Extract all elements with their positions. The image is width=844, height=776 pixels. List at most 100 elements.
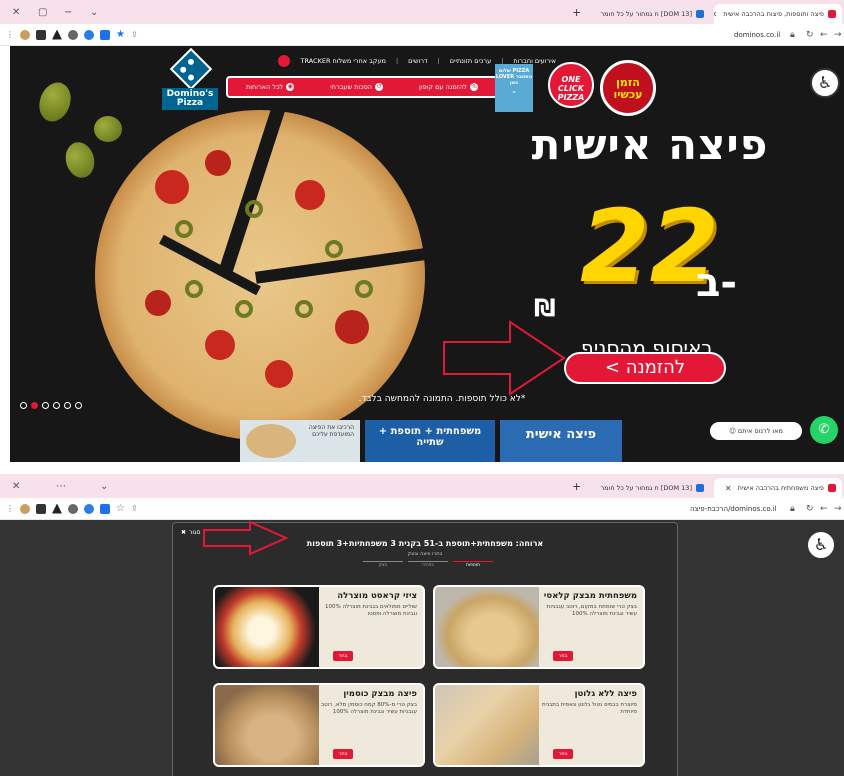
- extension-icon[interactable]: [68, 503, 78, 514]
- close-button[interactable]: ✖ סגור: [181, 529, 200, 536]
- option-classic-dough[interactable]: משפחתית מבצק קלאסי בצק טרי שנפתח במקום, …: [433, 585, 645, 669]
- carousel-dots: [20, 402, 82, 409]
- promo-card-build[interactable]: הרכיבו את הפיצה המועדפת עליכם: [240, 420, 360, 462]
- option-title: פיצה ללא גלוטן: [574, 689, 637, 699]
- forward-icon[interactable]: →: [834, 30, 842, 40]
- select-button[interactable]: בחר: [553, 749, 573, 759]
- option-title: ציזי קראסט מוצרלה: [337, 591, 417, 601]
- menu-icon[interactable]: ⋮: [6, 30, 14, 39]
- order-button[interactable]: להזמנה >: [564, 352, 726, 384]
- menu-item-jobs[interactable]: דרושים: [408, 57, 427, 65]
- window-icon[interactable]: ⋯: [56, 481, 70, 492]
- reload-icon[interactable]: ↻: [806, 30, 814, 40]
- accessibility-icon[interactable]: ♿: [806, 530, 836, 560]
- tab-active[interactable]: פיצה משפחתית בהרכבה אישית ✕: [714, 478, 842, 498]
- close-tab-icon[interactable]: ✕: [714, 10, 717, 19]
- back-icon[interactable]: ←: [820, 504, 828, 514]
- carousel-dot[interactable]: [31, 402, 38, 409]
- all-meals-button[interactable]: ◉ לכל הארוחות: [246, 83, 295, 91]
- carousel-dot[interactable]: [20, 402, 27, 409]
- menu-item-nutrition[interactable]: ערכים תזונתיים: [450, 57, 491, 65]
- dough-selection-dialog: ✖ סגור ארוחה: משפחתית+תוספת ב-51 בקנית 3…: [172, 522, 678, 776]
- extension-icon[interactable]: [20, 503, 30, 514]
- select-button[interactable]: בחר: [553, 651, 573, 661]
- promo-card-family[interactable]: משפחתית + תוספת + שתייה: [365, 420, 495, 462]
- extension-icon[interactable]: [36, 503, 46, 514]
- tomato-topping: [205, 330, 235, 360]
- forward-icon[interactable]: →: [834, 504, 842, 514]
- select-button[interactable]: בחר: [333, 749, 353, 759]
- extension-icon[interactable]: [20, 29, 30, 40]
- carousel-dot[interactable]: [42, 402, 49, 409]
- option-desc: שוליים ממולאים בגבינת מוצרלה 100% וגבינת…: [324, 604, 417, 617]
- tab-search-icon[interactable]: ⌄: [90, 7, 104, 18]
- whatsapp-icon[interactable]: ✆: [810, 416, 838, 444]
- carousel-dot[interactable]: [53, 402, 60, 409]
- extension-icon[interactable]: [84, 503, 94, 514]
- tomato-topping: [145, 290, 171, 316]
- menu-icon[interactable]: ⋮: [6, 504, 14, 513]
- dominos-logo[interactable]: Domino's Pizza: [162, 47, 218, 124]
- order-now-badge[interactable]: הזמן עכשיו: [600, 60, 656, 116]
- option-gluten-free[interactable]: פיצה ללא גלוטן מיוצרת בבסיס נטול גלוטן ו…: [433, 683, 645, 767]
- option-spelt-dough[interactable]: פיצה מבצק כוסמין בצק טרי מ-80% קמח כוסמי…: [213, 683, 425, 767]
- accessibility-icon[interactable]: ♿: [810, 68, 840, 98]
- option-title: משפחתית מבצק קלאסי: [543, 591, 637, 601]
- tab-other[interactable]: [DOM 13] ח גמחור על כל חומר ✕: [594, 478, 710, 498]
- share-icon[interactable]: ⇪: [131, 30, 138, 39]
- olive-topping: [355, 280, 373, 298]
- carousel-dot[interactable]: [75, 402, 82, 409]
- tab-active[interactable]: פיצה ותוספות, פיצות בהרכבה אישית ✕: [714, 4, 842, 24]
- smile-icon: ☺: [729, 427, 736, 435]
- promo-card-personal[interactable]: פיצה אישית: [500, 420, 622, 462]
- extension-icon[interactable]: [36, 29, 46, 40]
- option-desc: בצק טרי שנפתח במקום, רוטב עגבניות עשיר ו…: [546, 604, 637, 617]
- close-tab-icon[interactable]: ✕: [725, 484, 732, 493]
- logo-dot: [186, 57, 196, 67]
- step-toppings: תוספות: [453, 561, 493, 571]
- history-icon: ↺: [375, 83, 384, 91]
- close-window-icon[interactable]: ✕: [12, 7, 26, 18]
- tab-other[interactable]: [DOM 13] ח גמחור על כל חומר ✕: [594, 4, 710, 24]
- tab-search-icon[interactable]: ⌄: [100, 481, 114, 492]
- tomato-topping: [295, 180, 325, 210]
- url-text[interactable]: dominos.co.il: [734, 31, 780, 39]
- url-text[interactable]: dominos.co.il/הרכבת-פיצה: [690, 505, 777, 513]
- one-click-pizza-badge[interactable]: ONE CLICK PIZZA: [548, 62, 594, 108]
- extension-icon[interactable]: [84, 29, 94, 40]
- minimize-window-icon[interactable]: −: [64, 7, 78, 18]
- new-tab-button[interactable]: +: [572, 6, 581, 19]
- option-cheesy-crust[interactable]: ציזי קראסט מוצרלה שוליים ממולאים בגבינת …: [213, 585, 425, 669]
- share-icon[interactable]: ⇪: [131, 504, 138, 513]
- extension-icon[interactable]: [68, 29, 78, 40]
- tomato-topping: [335, 310, 369, 344]
- carousel-dot[interactable]: [64, 402, 71, 409]
- past-orders-label: הסכות שעברתי: [330, 83, 373, 91]
- chat-bubble[interactable]: מאו לרנוס איתם ☺: [710, 422, 802, 440]
- spelt-dough-image: [215, 685, 319, 765]
- lock-icon[interactable]: 🔒︎: [790, 30, 795, 40]
- coupon-order-button[interactable]: % להזמנה עם קופון: [419, 83, 479, 91]
- lock-icon[interactable]: 🔒︎: [790, 504, 795, 514]
- back-icon[interactable]: ←: [820, 30, 828, 40]
- extension-icon[interactable]: [52, 503, 62, 514]
- screenshot-homepage: ✕ ▢ − ⌄ + [DOM 13] ח גמחור על כל חומר ✕ …: [0, 0, 844, 462]
- bookmark-star-icon[interactable]: ★: [116, 29, 125, 40]
- card-text: הרכיבו את הפיצה המועדפת עליכם: [308, 424, 354, 438]
- pizza-lover-login[interactable]: שלום PIZZA LOVER התחבר כאן ⌄: [495, 64, 533, 112]
- restore-window-icon[interactable]: ▢: [38, 7, 52, 18]
- tab-title: [DOM 13] ח גמחור על כל חומר: [600, 10, 692, 18]
- bookmark-star-icon[interactable]: ☆: [116, 503, 125, 514]
- close-window-icon[interactable]: ✕: [12, 481, 26, 492]
- address-bar: ⋮ ☆ ⇪ dominos.co.il/הרכבת-פיצה 🔒︎ ↻ ← →: [0, 498, 844, 520]
- new-tab-button[interactable]: +: [572, 480, 581, 493]
- extension-icon[interactable]: [52, 29, 62, 40]
- extension-icon[interactable]: [100, 29, 110, 40]
- select-button[interactable]: בחר: [333, 651, 353, 661]
- menu-item-tracker[interactable]: מעקב אחרי משלוח TRACKER: [300, 57, 385, 65]
- favicon-icon: [828, 10, 836, 18]
- reload-icon[interactable]: ↻: [806, 504, 814, 514]
- address-bar: ⋮ ★ ⇪ dominos.co.il 🔒︎ ↻ ← →: [0, 24, 844, 46]
- past-orders-button[interactable]: ↺ הסכות שעברתי: [330, 83, 384, 91]
- extension-icon[interactable]: [100, 503, 110, 514]
